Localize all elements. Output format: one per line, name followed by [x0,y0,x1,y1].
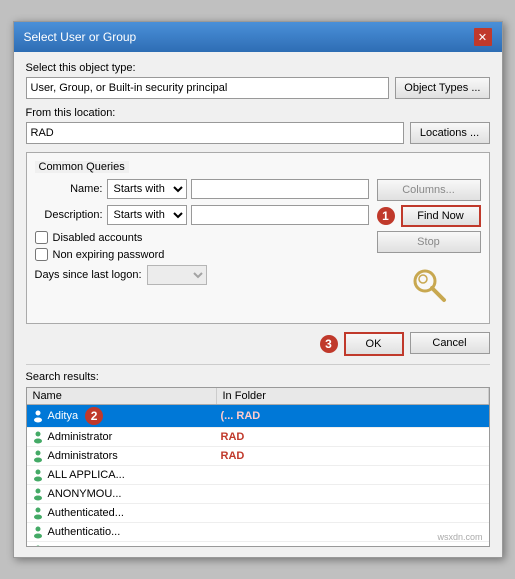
folder-cell [217,485,489,503]
user-icon [31,487,45,501]
results-label: Search results: [26,371,490,383]
select-user-group-dialog: Select User or Group ✕ Select this objec… [13,21,503,558]
name-query-row: Name: Starts with [35,179,369,199]
desc-filter-select[interactable]: Starts with [107,205,187,225]
folder-cell [217,542,489,547]
location-input[interactable] [26,122,404,144]
table-row[interactable]: BATCH [27,542,489,547]
disabled-accounts-row: Disabled accounts [35,231,369,244]
close-button[interactable]: ✕ [474,28,492,46]
folder-cell: RAD [217,428,489,446]
days-select[interactable] [147,265,207,285]
common-queries-group: Common Queries Name: Starts with Descrip… [26,152,490,324]
nonexpiring-label: Non expiring password [53,249,165,261]
user-icon [31,506,45,520]
name-text: Administrators [48,450,118,462]
location-row: Locations ... [26,122,490,144]
title-bar: Select User or Group ✕ [14,22,502,52]
object-type-input[interactable] [26,77,390,99]
table-row[interactable]: Administrators RAD [27,447,489,466]
search-magnify-icon [409,265,449,305]
results-section: Search results: Name In Folder Aditya 2 (.… [26,364,490,547]
ok-row: 3 OK [320,332,404,356]
desc-query-label: Description: [35,209,103,221]
user-icon [31,430,45,444]
name-cell: Authenticatio... [27,523,217,541]
results-table-header: Name In Folder [27,388,489,405]
name-cell: ANONYMOU... [27,485,217,503]
common-queries-title: Common Queries [35,161,129,173]
name-text: Aditya [48,410,79,422]
col-folder-header: In Folder [217,388,489,404]
name-query-label: Name: [35,183,103,195]
disabled-accounts-label: Disabled accounts [53,232,143,244]
name-text: Authenticated... [48,507,124,519]
stop-button[interactable]: Stop [377,231,481,253]
name-text: ANONYMOU... [48,488,122,500]
table-row[interactable]: Authenticated... [27,504,489,523]
name-query-input[interactable] [191,179,369,199]
folder-cell: (... RAD [217,405,489,427]
results-table[interactable]: Name In Folder Aditya 2 (... RAD Administr… [26,387,490,547]
dialog-title: Select User or Group [24,30,137,44]
name-cell: BATCH [27,542,217,547]
folder-cell [217,466,489,484]
disabled-accounts-checkbox[interactable] [35,231,48,244]
ok-button[interactable]: OK [344,332,404,356]
step1-badge: 1 [377,207,395,225]
name-cell: ALL APPLICA... [27,466,217,484]
find-now-button[interactable]: Find Now [401,205,481,227]
search-icon-area [409,265,449,309]
name-text: BATCH [48,545,84,547]
find-now-row: 1 Find Now [377,205,481,227]
name-cell: Administrators [27,447,217,465]
watermark: wsxdn.com [437,532,482,542]
name-cell: Aditya 2 [27,405,217,427]
name-cell: Authenticated... [27,504,217,522]
side-buttons: Columns... 1 Find Now Stop [377,179,481,309]
object-type-label: Select this object type: [26,62,490,74]
days-label: Days since last logon: [35,269,142,281]
days-row: Days since last logon: [35,265,369,285]
name-cell: Administrator [27,428,217,446]
locations-button[interactable]: Locations ... [410,122,490,144]
table-row[interactable]: Authenticatio... [27,523,489,542]
table-row[interactable]: ALL APPLICA... [27,466,489,485]
object-types-button[interactable]: Object Types ... [395,77,489,99]
name-filter-select[interactable]: Starts with [107,179,187,199]
name-text: Administrator [48,431,113,443]
name-text: ALL APPLICA... [48,469,125,481]
name-text: Authenticatio... [48,526,121,538]
table-row[interactable]: Aditya 2 (... RAD [27,405,489,428]
user-icon [31,409,45,423]
desc-query-row: Description: Starts with [35,205,369,225]
desc-query-input[interactable] [191,205,369,225]
columns-button[interactable]: Columns... [377,179,481,201]
step2-badge: 2 [85,407,103,425]
user-icon [31,468,45,482]
nonexpiring-checkbox[interactable] [35,248,48,261]
queries-content-area: Name: Starts with Description: Starts wi… [35,179,481,309]
user-icon [31,525,45,539]
cancel-button[interactable]: Cancel [410,332,490,354]
table-row[interactable]: Administrator RAD [27,428,489,447]
nonexpiring-row: Non expiring password [35,248,369,261]
col-name-header: Name [27,388,217,404]
query-fields: Name: Starts with Description: Starts wi… [35,179,369,309]
user-icon [31,449,45,463]
folder-cell: RAD [217,447,489,465]
object-type-row: Object Types ... [26,77,490,99]
location-label: From this location: [26,107,490,119]
user-icon [31,544,45,547]
step3-badge: 3 [320,335,338,353]
bottom-buttons-row: 3 OK Cancel [26,332,490,356]
table-row[interactable]: ANONYMOU... [27,485,489,504]
folder-cell [217,504,489,522]
dialog-body: Select this object type: Object Types ..… [14,52,502,557]
results-rows-container: Aditya 2 (... RAD Administrator RAD Adminis… [27,405,489,547]
